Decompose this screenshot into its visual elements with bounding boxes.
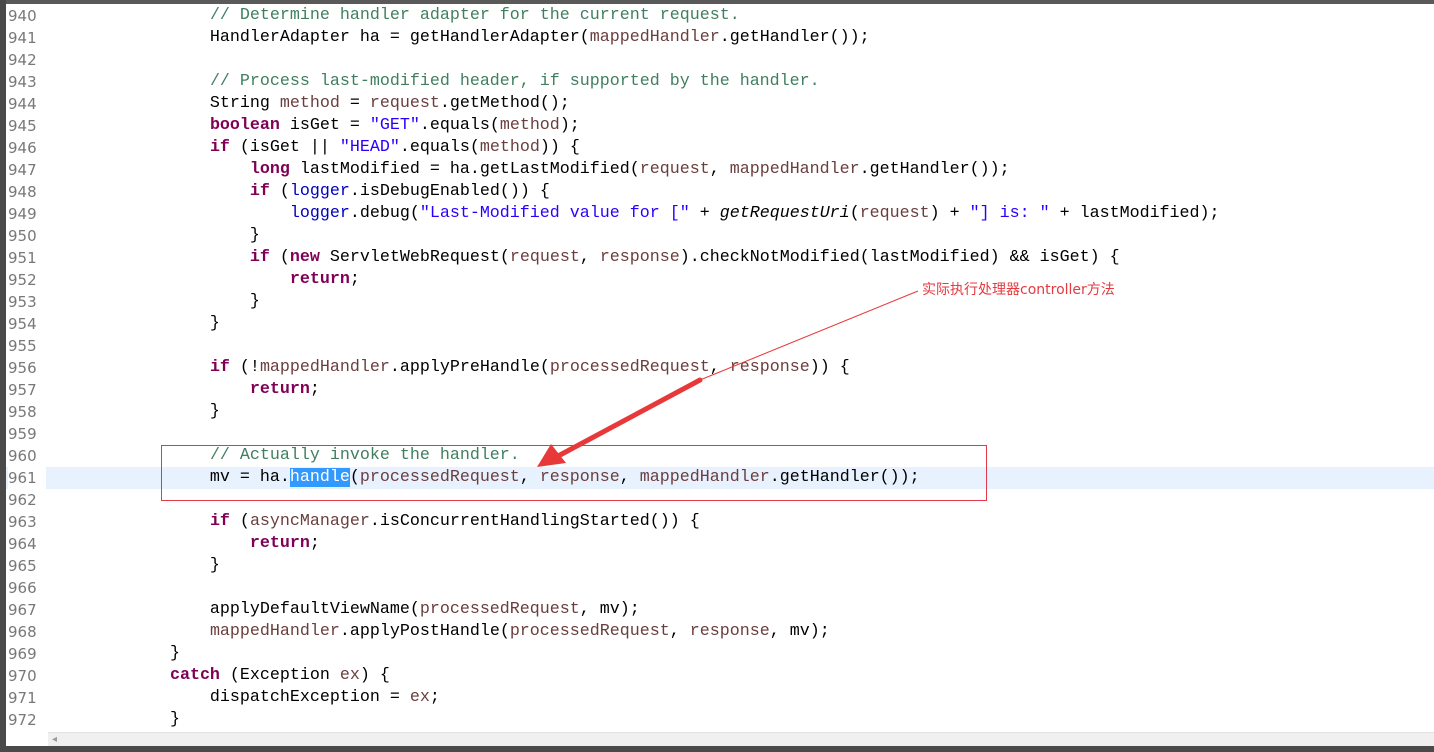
annotation-text: 实际执行处理器controller方法	[922, 282, 1115, 298]
annotation-arrow	[537, 290, 919, 467]
annotation-arrow-shaft	[557, 377, 703, 458]
annotation-leader-line	[699, 290, 919, 381]
